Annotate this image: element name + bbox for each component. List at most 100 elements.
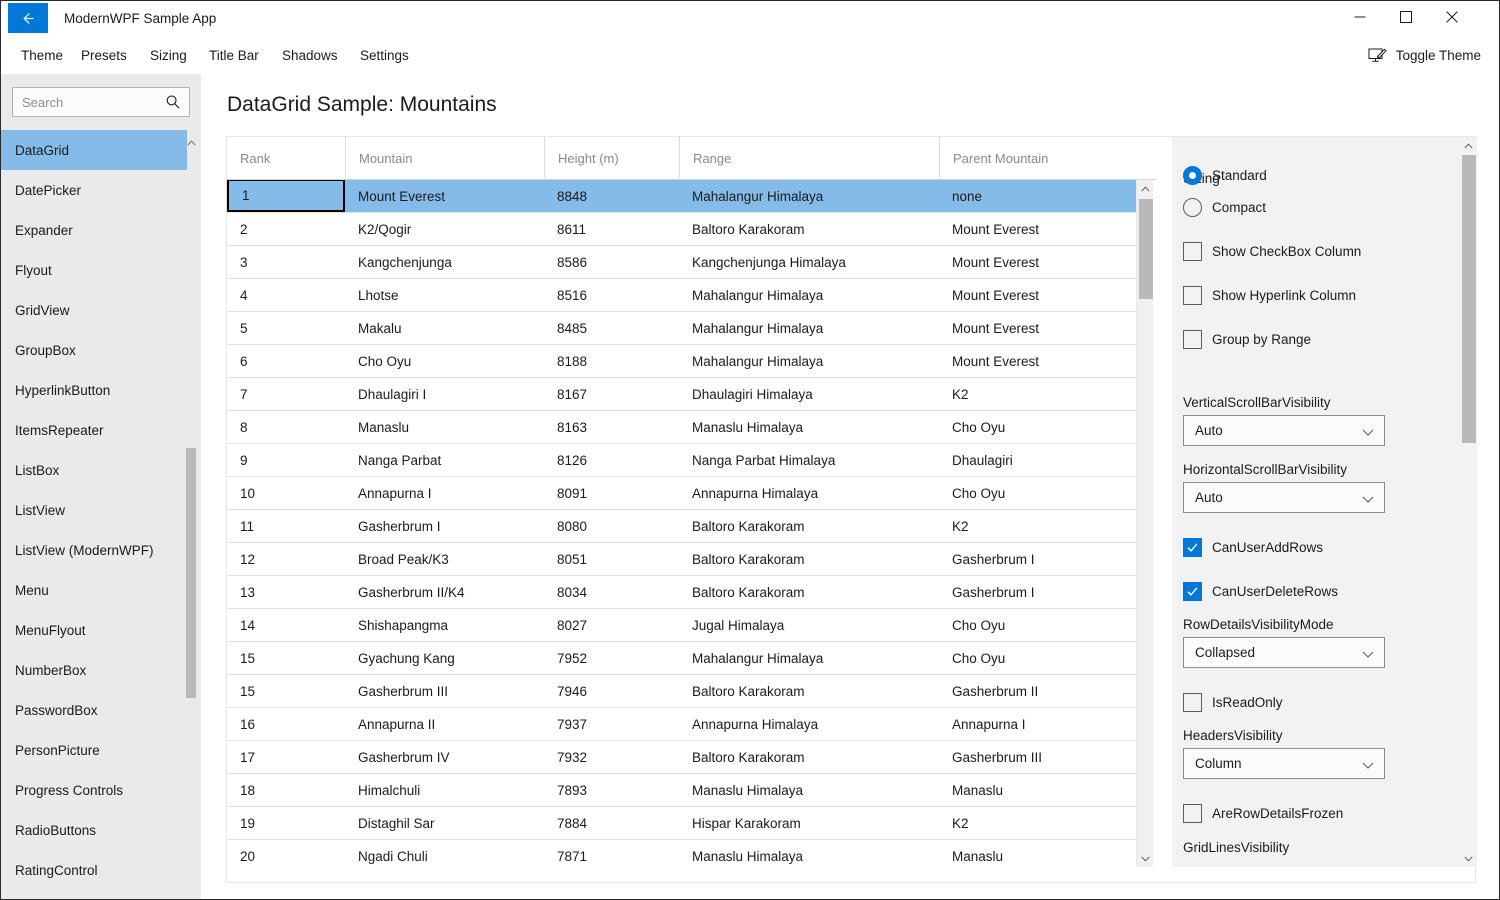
table-row[interactable]: 20Ngadi Chuli7871Manaslu HimalayaManaslu: [227, 840, 1136, 867]
table-cell-parent[interactable]: Mount Everest: [939, 213, 1136, 245]
table-cell-parent[interactable]: Gasherbrum I: [939, 576, 1136, 608]
table-cell-mountain[interactable]: Annapurna II: [345, 708, 544, 740]
table-cell-height[interactable]: 8126: [544, 444, 679, 476]
sidebar-item-ratingcontrol[interactable]: RatingControl: [1, 850, 187, 890]
table-cell-mountain[interactable]: Himalchuli: [345, 774, 544, 806]
table-cell-mountain[interactable]: Mount Everest: [345, 180, 544, 212]
table-cell-height[interactable]: 8080: [544, 510, 679, 542]
table-cell-height[interactable]: 7952: [544, 642, 679, 674]
datagrid-scroll-up-button[interactable]: [1137, 180, 1154, 197]
table-cell-parent[interactable]: Cho Oyu: [939, 642, 1136, 674]
table-cell-range[interactable]: Nanga Parbat Himalaya: [679, 444, 939, 476]
table-cell-rank[interactable]: 20: [227, 840, 345, 867]
table-cell-mountain[interactable]: Manaslu: [345, 411, 544, 443]
table-row[interactable]: 2K2/Qogir8611Baltoro KarakoramMount Ever…: [227, 213, 1136, 246]
sidebar-item-itemsrepeater[interactable]: ItemsRepeater: [1, 410, 187, 450]
sizing-radio-compact[interactable]: Compact: [1183, 198, 1266, 217]
checkbox-show-checkbox-column[interactable]: Show CheckBox Column: [1183, 242, 1361, 261]
sidebar-item-flyout[interactable]: Flyout: [1, 250, 187, 290]
table-cell-rank[interactable]: 4: [227, 279, 345, 311]
table-cell-rank[interactable]: 3: [227, 246, 345, 278]
table-cell-rank[interactable]: 8: [227, 411, 345, 443]
table-cell-height[interactable]: 7893: [544, 774, 679, 806]
table-cell-range[interactable]: Baltoro Karakoram: [679, 675, 939, 707]
table-cell-height[interactable]: 7932: [544, 741, 679, 773]
table-cell-mountain[interactable]: Gasherbrum II/K4: [345, 576, 544, 608]
table-cell-range[interactable]: Mahalangur Himalaya: [679, 180, 939, 212]
menu-item-theme[interactable]: Theme: [12, 36, 72, 74]
sidebar-item-listview[interactable]: ListView: [1, 490, 187, 530]
sidebar-item-listbox[interactable]: ListBox: [1, 450, 187, 490]
sidebar-item-gridview[interactable]: GridView: [1, 290, 187, 330]
table-row[interactable]: 3Kangchenjunga8586Kangchenjunga Himalaya…: [227, 246, 1136, 279]
table-cell-mountain[interactable]: Distaghil Sar: [345, 807, 544, 839]
table-cell-height[interactable]: 8091: [544, 477, 679, 509]
table-cell-parent[interactable]: Manaslu: [939, 774, 1136, 806]
table-cell-mountain[interactable]: Annapurna I: [345, 477, 544, 509]
sidebar-scrollbar-thumb[interactable]: [186, 448, 196, 698]
table-cell-height[interactable]: 8163: [544, 411, 679, 443]
sidebar-item-listview-modernwpf[interactable]: ListView (ModernWPF): [1, 530, 187, 570]
table-cell-range[interactable]: Baltoro Karakoram: [679, 741, 939, 773]
table-cell-range[interactable]: Mahalangur Himalaya: [679, 642, 939, 674]
table-cell-parent[interactable]: Annapurna I: [939, 708, 1136, 740]
minimize-button[interactable]: [1337, 1, 1383, 33]
sidebar-item-hyperlinkbutton[interactable]: HyperlinkButton: [1, 370, 187, 410]
search-icon[interactable]: [165, 94, 181, 110]
options-scroll-up-button[interactable]: [1460, 137, 1477, 154]
close-button[interactable]: [1429, 1, 1475, 33]
table-cell-height[interactable]: 8516: [544, 279, 679, 311]
table-cell-parent[interactable]: Cho Oyu: [939, 477, 1136, 509]
column-header-parent-mountain[interactable]: Parent Mountain: [939, 137, 1136, 180]
table-cell-rank[interactable]: 19: [227, 807, 345, 839]
vertical-scrollbar-visibility-select[interactable]: Auto: [1183, 415, 1385, 446]
table-cell-height[interactable]: 7884: [544, 807, 679, 839]
table-cell-mountain[interactable]: Shishapangma: [345, 609, 544, 641]
column-header-height-m[interactable]: Height (m): [544, 137, 679, 180]
table-cell-range[interactable]: Baltoro Karakoram: [679, 213, 939, 245]
menu-item-sizing[interactable]: Sizing: [141, 36, 196, 74]
navigation-list[interactable]: DataGridDatePickerExpanderFlyoutGridView…: [1, 130, 201, 900]
back-button[interactable]: [8, 3, 48, 33]
table-cell-mountain[interactable]: Ngadi Chuli: [345, 840, 544, 867]
table-cell-parent[interactable]: K2: [939, 510, 1136, 542]
table-row[interactable]: 7Dhaulagiri I8167Dhaulagiri HimalayaK2: [227, 378, 1136, 411]
menu-item-shadows[interactable]: Shadows: [273, 36, 347, 74]
table-cell-rank[interactable]: 14: [227, 609, 345, 641]
mountains-datagrid[interactable]: RankMountainHeight (m)RangeParent Mounta…: [227, 137, 1157, 867]
can-user-delete-rows-checkbox[interactable]: CanUserDeleteRows: [1183, 582, 1338, 601]
table-cell-rank[interactable]: 2: [227, 213, 345, 245]
table-cell-rank[interactable]: 13: [227, 576, 345, 608]
table-cell-mountain[interactable]: Cho Oyu: [345, 345, 544, 377]
table-cell-height[interactable]: 8034: [544, 576, 679, 608]
table-cell-range[interactable]: Annapurna Himalaya: [679, 477, 939, 509]
search-box[interactable]: [12, 87, 190, 117]
table-cell-height[interactable]: 8027: [544, 609, 679, 641]
datagrid-scroll-down-button[interactable]: [1137, 850, 1154, 867]
table-cell-height[interactable]: 7871: [544, 840, 679, 867]
table-row[interactable]: 16Annapurna II7937Annapurna HimalayaAnna…: [227, 708, 1136, 741]
are-row-details-frozen-checkbox[interactable]: AreRowDetailsFrozen: [1183, 804, 1343, 823]
table-cell-parent[interactable]: K2: [939, 807, 1136, 839]
table-cell-parent[interactable]: Mount Everest: [939, 345, 1136, 377]
sidebar-item-datepicker[interactable]: DatePicker: [1, 170, 187, 210]
table-row[interactable]: 15Gyachung Kang7952Mahalangur HimalayaCh…: [227, 642, 1136, 675]
table-cell-range[interactable]: Manaslu Himalaya: [679, 774, 939, 806]
table-cell-parent[interactable]: Gasherbrum III: [939, 741, 1136, 773]
table-cell-height[interactable]: 7946: [544, 675, 679, 707]
table-cell-height[interactable]: 8485: [544, 312, 679, 344]
sidebar-item-menu[interactable]: Menu: [1, 570, 187, 610]
options-scroll-down-button[interactable]: [1460, 850, 1477, 867]
sidebar-item-personpicture[interactable]: PersonPicture: [1, 730, 187, 770]
table-cell-rank[interactable]: 12: [227, 543, 345, 575]
table-cell-height[interactable]: 8586: [544, 246, 679, 278]
table-cell-rank[interactable]: 9: [227, 444, 345, 476]
table-cell-rank[interactable]: 18: [227, 774, 345, 806]
table-row[interactable]: 6Cho Oyu8188Mahalangur HimalayaMount Eve…: [227, 345, 1136, 378]
table-cell-height[interactable]: 8051: [544, 543, 679, 575]
table-row[interactable]: 13Gasherbrum II/K48034Baltoro KarakoramG…: [227, 576, 1136, 609]
table-cell-parent[interactable]: Manaslu: [939, 840, 1136, 867]
table-cell-parent[interactable]: Mount Everest: [939, 312, 1136, 344]
sidebar-item-menuflyout[interactable]: MenuFlyout: [1, 610, 187, 650]
maximize-button[interactable]: [1383, 1, 1429, 33]
